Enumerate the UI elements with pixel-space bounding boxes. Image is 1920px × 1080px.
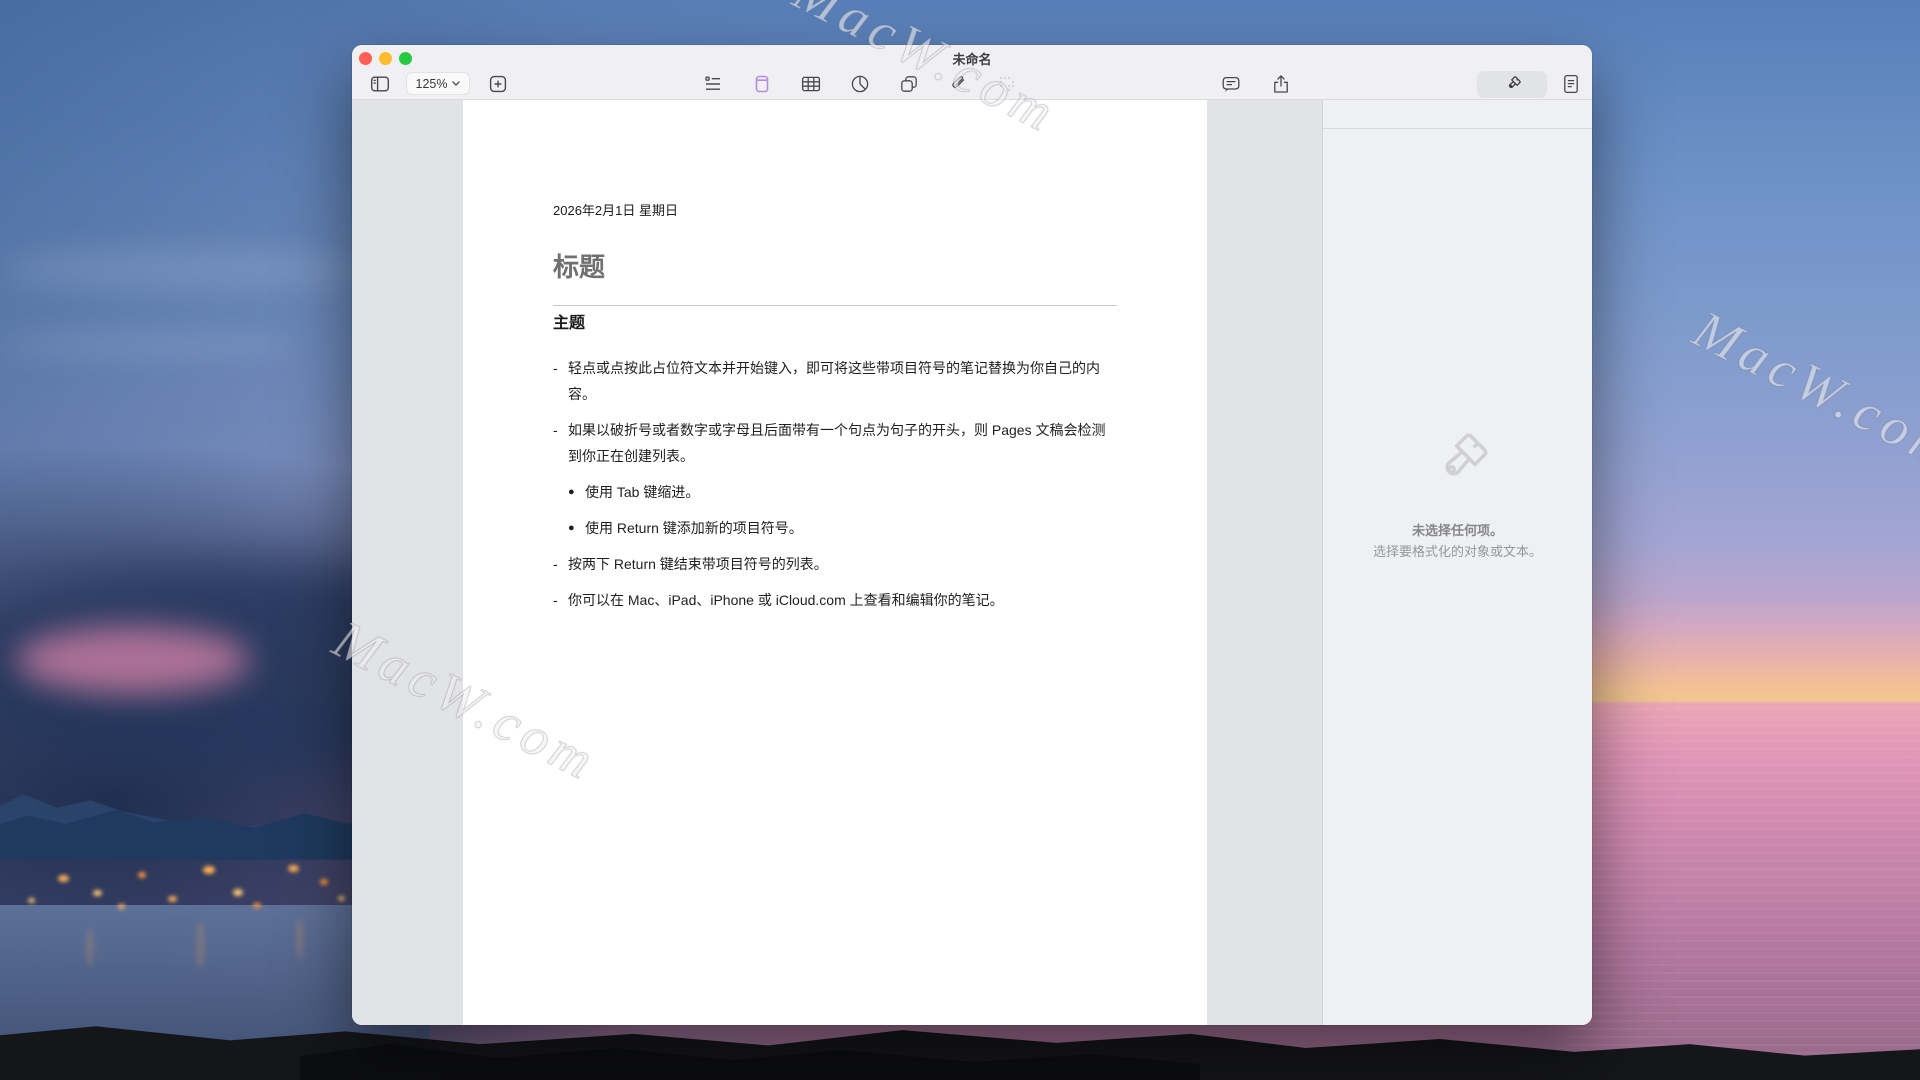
bullet-text: 轻点或点按此占位符文本并开始键入，即可将这些带项目符号的笔记替换为你自己的内容。 [568, 360, 1100, 402]
document-page[interactable]: 2026年2月1日 星期日 标题 主题 - 轻点或点按此占位符文本并开始键入，即… [463, 100, 1207, 1025]
window-title: 未命名 [952, 52, 992, 67]
bullet-marker: - [553, 422, 558, 438]
view-list-button[interactable] [703, 74, 723, 94]
text-note-button[interactable] [752, 74, 772, 94]
share-icon [1271, 74, 1291, 94]
paintbrush-empty-icon [1422, 427, 1494, 499]
city-light [28, 898, 35, 903]
bullet-marker: - [553, 556, 558, 572]
list-item[interactable]: ● 使用 Return 键添加新的项目符号。 [553, 515, 1117, 541]
plus-box-icon [489, 75, 507, 93]
bullet-marker: ● [568, 522, 575, 534]
city-light [168, 896, 177, 902]
share-button[interactable] [1271, 74, 1291, 94]
city-light [320, 879, 328, 885]
empty-state-subtitle: 选择要格式化的对象或文本。 [1372, 544, 1542, 559]
format-button-active[interactable] [1477, 71, 1547, 98]
document-date[interactable]: 2026年2月1日 星期日 [553, 203, 1117, 219]
bullet-marker: - [553, 592, 558, 608]
pages-window: 未命名 125% 2026年2月1日 星期日 标题 主题 - 轻点或点按此占位符… [352, 45, 1592, 1025]
light-reflection [86, 928, 94, 966]
sidebar-toggle-icon [370, 74, 390, 94]
light-reflection [296, 918, 304, 960]
city-light [233, 889, 243, 896]
shapes-button[interactable] [899, 74, 919, 94]
city-light [203, 866, 215, 874]
bullet-text: 使用 Tab 键缩进。 [585, 484, 700, 500]
canvas-margin [1207, 100, 1322, 1025]
window-content: 2026年2月1日 星期日 标题 主题 - 轻点或点按此占位符文本并开始键入，即… [352, 100, 1592, 1025]
format-brush-icon [1502, 75, 1522, 95]
title-divider [553, 305, 1117, 306]
insert-button[interactable] [488, 74, 508, 94]
city-light [93, 890, 102, 896]
empty-state-title: 未选择任何项。 [1411, 523, 1503, 538]
toolbar-center-icons [703, 74, 1017, 94]
document-setup-button[interactable] [1561, 74, 1581, 94]
bullet-marker: - [553, 360, 558, 376]
bullet-marker: ● [568, 486, 575, 498]
chart-pie-button[interactable] [850, 74, 870, 94]
canvas-margin [352, 100, 463, 1025]
titlebar-toolbar[interactable]: 未命名 125% [352, 45, 1592, 100]
bullet-text: 按两下 Return 键结束带项目符号的列表。 [568, 556, 828, 572]
city-light [58, 875, 69, 882]
city-light [253, 903, 261, 908]
bullet-text: 使用 Return 键添加新的项目符号。 [585, 520, 803, 536]
light-reflection [196, 922, 205, 968]
list-item[interactable]: - 按两下 Return 键结束带项目符号的列表。 [553, 551, 1117, 577]
format-inspector: 未选择任何项。 选择要格式化的对象或文本。 [1322, 100, 1592, 1025]
bullet-text: 你可以在 Mac、iPad、iPhone 或 iCloud.com 上查看和编辑… [568, 592, 1004, 608]
comment-button[interactable] [1221, 74, 1241, 94]
desktop: 未命名 125% 2026年2月1日 星期日 标题 主题 - 轻点或点按此占位符… [0, 0, 1920, 1080]
table-button[interactable] [801, 74, 821, 94]
chevron-down-icon [452, 81, 461, 86]
city-light [138, 872, 146, 878]
section-heading[interactable]: 主题 [553, 313, 1117, 335]
list-item[interactable]: - 你可以在 Mac、iPad、iPhone 或 iCloud.com 上查看和… [553, 587, 1117, 613]
city-light [338, 896, 345, 901]
list-item[interactable]: ● 使用 Tab 键缩进。 [553, 479, 1117, 505]
list-item[interactable]: - 如果以破折号或者数字或字母且后面带有一个句点为句子的开头，则 Pages 文… [553, 417, 1117, 469]
zoom-level-value: 125% [415, 76, 448, 91]
city-light [288, 865, 299, 872]
document-title-placeholder[interactable]: 标题 [553, 250, 1117, 284]
bullet-list: - 轻点或点按此占位符文本并开始键入，即可将这些带项目符号的笔记替换为你自己的内… [553, 355, 1117, 613]
comment-icon [1221, 74, 1241, 94]
zoom-dropdown[interactable]: 125% [406, 72, 470, 95]
city-light [118, 904, 125, 909]
document-icon [1561, 74, 1581, 94]
bullet-text: 如果以破折号或者数字或字母且后面带有一个句点为句子的开头，则 Pages 文稿会… [568, 422, 1106, 464]
sea-waves [1570, 700, 1920, 1080]
sidebar-toggle-button[interactable] [370, 74, 390, 94]
attachment-button[interactable] [948, 74, 968, 94]
pink-cloud [15, 626, 250, 694]
list-item[interactable]: - 轻点或点按此占位符文本并开始键入，即可将这些带项目符号的笔记替换为你自己的内… [553, 355, 1117, 407]
inspector-header [1323, 100, 1592, 129]
collaborate-button-disabled [997, 74, 1017, 94]
